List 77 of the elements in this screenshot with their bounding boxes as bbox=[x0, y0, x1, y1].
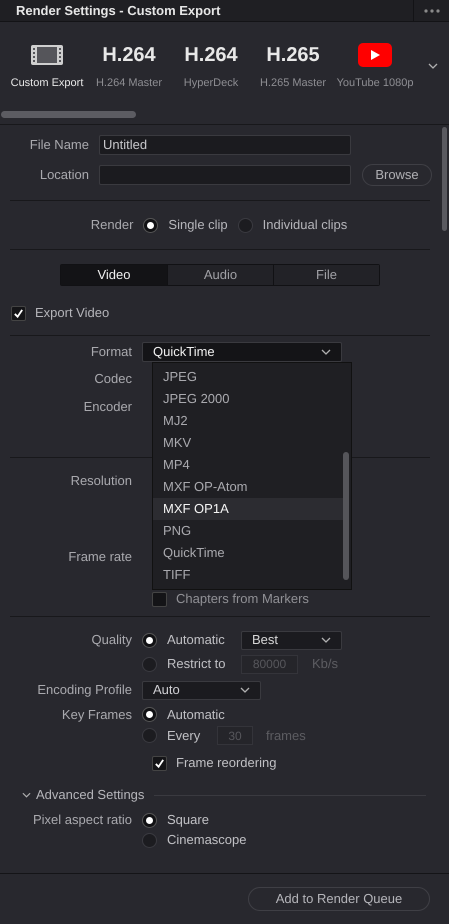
menu-item[interactable]: PNG bbox=[153, 520, 343, 542]
file-name-field[interactable]: Untitled bbox=[99, 135, 351, 155]
radio-button[interactable] bbox=[142, 728, 157, 743]
add-to-render-queue-button[interactable]: Add to Render Queue bbox=[248, 887, 430, 911]
location-field[interactable] bbox=[99, 165, 351, 185]
codec-logo: H.265 bbox=[266, 44, 320, 65]
render-label: Render bbox=[90, 216, 134, 234]
menu-item[interactable]: MXF OP1A bbox=[153, 498, 343, 520]
radio-button[interactable] bbox=[142, 707, 157, 722]
tab[interactable]: Video bbox=[61, 265, 167, 285]
checkbox[interactable] bbox=[152, 756, 167, 770]
codec-logo: H.264 bbox=[102, 44, 156, 65]
radio-button[interactable] bbox=[142, 832, 157, 848]
radio-label: Restrict to bbox=[167, 655, 227, 674]
radio-label: Automatic bbox=[167, 706, 225, 724]
horizontal-scrollbar[interactable] bbox=[1, 111, 136, 118]
radio-label: Single clip bbox=[168, 216, 228, 234]
preset-item[interactable]: YouTube 1080p bbox=[334, 32, 416, 102]
advanced-settings-toggle[interactable]: Advanced Settings bbox=[22, 785, 144, 805]
quality-dropdown[interactable]: Best bbox=[241, 630, 342, 650]
menu-item[interactable]: TIFF bbox=[153, 564, 343, 586]
field-label: Location bbox=[38, 166, 90, 184]
field-label: Resolution bbox=[70, 472, 133, 490]
radio-label: Cinemascope bbox=[167, 831, 246, 850]
encoding-profile-dropdown[interactable]: Auto bbox=[142, 680, 261, 700]
checkbox-label: Export Video bbox=[35, 304, 110, 322]
checkbox-label: Frame reordering bbox=[176, 754, 276, 772]
field-label: Format bbox=[90, 343, 133, 362]
radio-label: Individual clips bbox=[262, 216, 348, 234]
preset-item[interactable]: H.264 H.264 Master bbox=[88, 32, 170, 102]
field-label: Encoder bbox=[82, 398, 133, 416]
menu-scrollbar[interactable] bbox=[343, 452, 349, 580]
menu-item[interactable]: MKV bbox=[153, 432, 343, 454]
checkmark-icon bbox=[154, 758, 165, 768]
browse-button[interactable]: Browse bbox=[362, 164, 432, 186]
window-title: Render Settings - Custom Export bbox=[15, 2, 222, 20]
field-label: Frame rate bbox=[67, 548, 133, 566]
field-label: Pixel aspect ratio bbox=[32, 811, 133, 830]
chevron-down-icon bbox=[22, 792, 31, 798]
menu-item[interactable]: QuickTime bbox=[153, 542, 343, 564]
format-dropdown[interactable]: QuickTime bbox=[142, 342, 342, 362]
checkbox[interactable] bbox=[11, 306, 26, 320]
checkbox-label: Chapters from Markers bbox=[176, 590, 309, 608]
vertical-scrollbar[interactable] bbox=[442, 127, 447, 231]
more-icon[interactable] bbox=[424, 8, 440, 12]
menu-item[interactable]: JPEG bbox=[153, 366, 343, 388]
checkmark-icon bbox=[13, 308, 24, 318]
menu-item[interactable]: MJ2 bbox=[153, 410, 343, 432]
chevron-down-icon bbox=[240, 686, 250, 694]
field-label: Key Frames bbox=[60, 706, 133, 724]
checkbox[interactable] bbox=[152, 592, 167, 606]
tab[interactable]: Audio bbox=[167, 265, 273, 285]
radio-label: Every bbox=[167, 726, 202, 745]
field-label: Encoding Profile bbox=[36, 681, 133, 700]
field-label: Quality bbox=[90, 631, 133, 650]
film-icon bbox=[30, 44, 64, 66]
radio-button[interactable] bbox=[142, 632, 157, 648]
menu-item[interactable]: MXF OP-Atom bbox=[153, 476, 343, 498]
radio-button[interactable] bbox=[238, 218, 253, 232]
radio-label: Square bbox=[167, 811, 209, 830]
tab[interactable]: File bbox=[273, 265, 379, 285]
preset-item[interactable]: H.265 H.265 Master bbox=[252, 32, 334, 102]
chevron-down-icon bbox=[428, 63, 438, 70]
radio-button[interactable] bbox=[143, 218, 158, 232]
menu-item[interactable]: JPEG 2000 bbox=[153, 388, 343, 410]
field-label: File Name bbox=[28, 136, 90, 154]
chevron-down-icon bbox=[321, 348, 331, 356]
field-label: Codec bbox=[93, 370, 133, 388]
menu-item[interactable]: MP4 bbox=[153, 454, 343, 476]
radio-button[interactable] bbox=[142, 656, 157, 672]
codec-logo: H.264 bbox=[184, 44, 238, 65]
preset-item[interactable]: Custom Export bbox=[6, 32, 88, 102]
preset-item[interactable]: H.264 HyperDeck bbox=[170, 32, 252, 102]
play-logo-icon bbox=[358, 42, 392, 67]
radio-label: Automatic bbox=[167, 631, 226, 650]
radio-button[interactable] bbox=[142, 812, 157, 828]
chevron-down-icon bbox=[321, 636, 331, 644]
